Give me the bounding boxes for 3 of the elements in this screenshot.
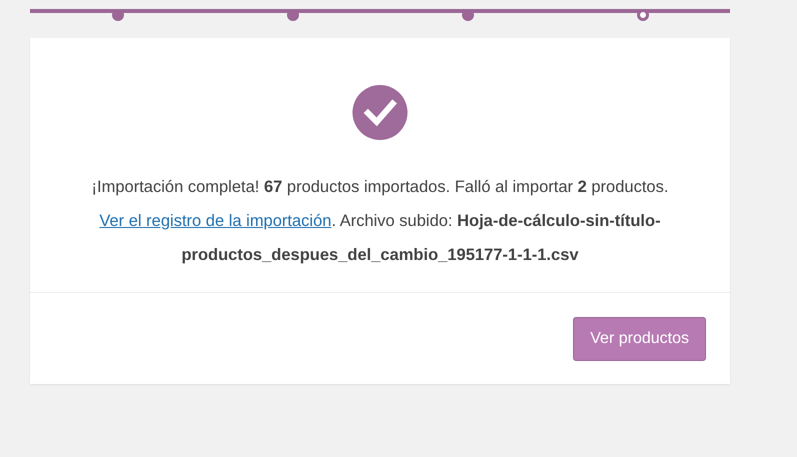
- import-message: ¡Importación completa! 67 productos importados. Falló al importar 2 productos. Ver el registro de la importación. Archivo subido: Hoja-de-cálculo-sin-título-productos_despues_del_cambio_195177-1-1-1.csv: [90, 177, 670, 266]
- import-log-link[interactable]: Ver el registro de la importación: [99, 212, 332, 230]
- view-products-button[interactable]: Ver productos: [573, 317, 706, 361]
